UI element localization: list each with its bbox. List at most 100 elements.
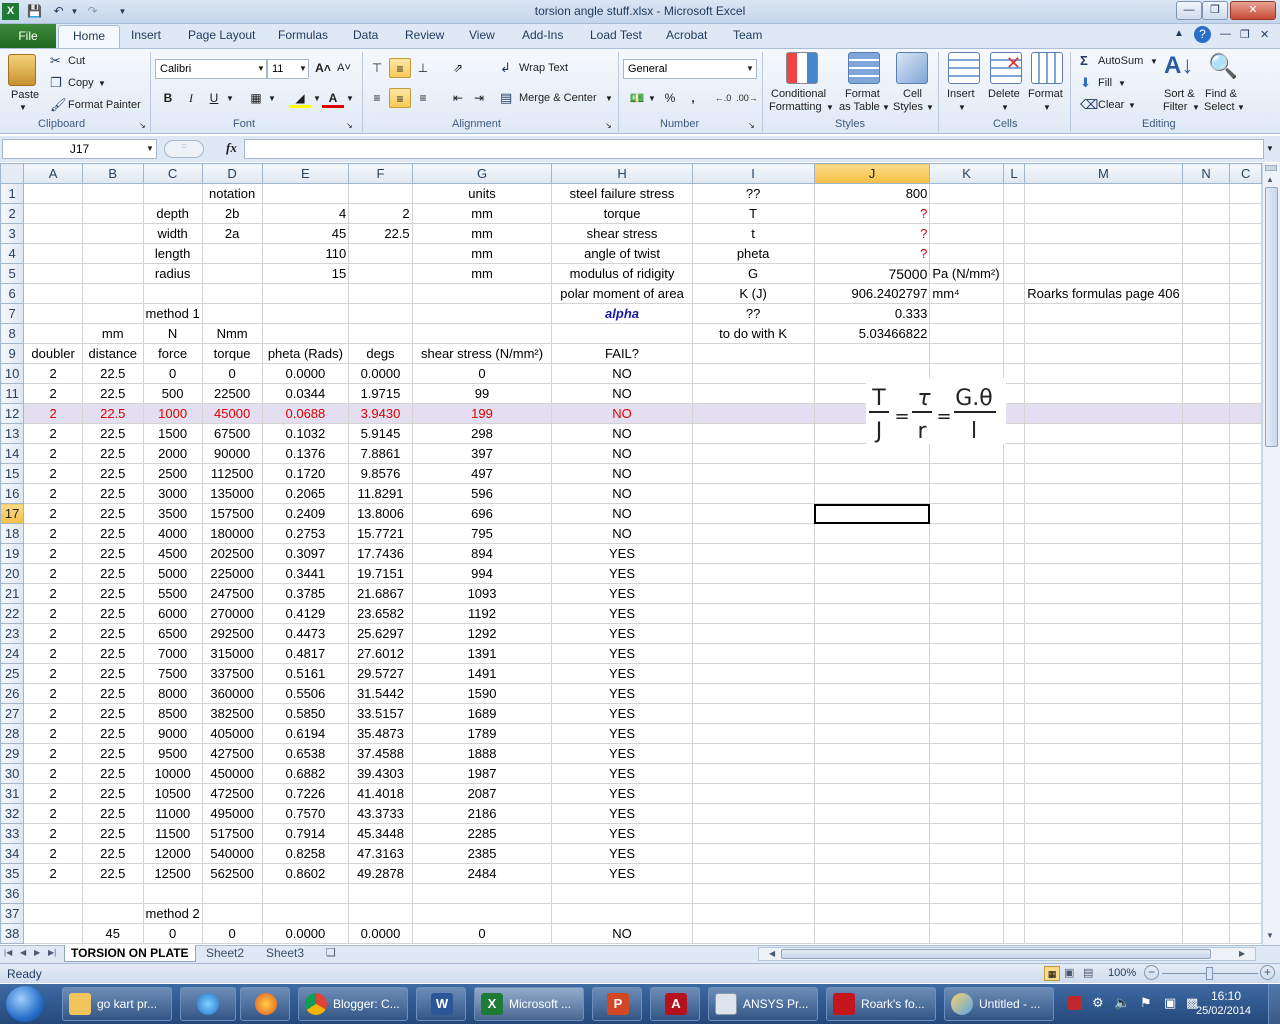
cell-l1[interactable] bbox=[1002, 183, 1026, 204]
cell-e13[interactable]: 0.1032 bbox=[261, 423, 350, 444]
cell-a28[interactable]: 2 bbox=[23, 723, 84, 744]
workbook-minimize-icon[interactable]: — bbox=[1220, 28, 1231, 40]
split-box-icon[interactable] bbox=[1265, 165, 1277, 171]
clock-time[interactable]: 16:10 bbox=[1211, 989, 1241, 1003]
row-header[interactable]: 17 bbox=[0, 503, 25, 524]
cell-j19[interactable] bbox=[813, 543, 931, 564]
minimize-button[interactable]: — bbox=[1176, 1, 1202, 20]
cell-g18[interactable]: 795 bbox=[411, 523, 553, 544]
cell-l3[interactable] bbox=[1002, 223, 1026, 244]
cell-h34[interactable]: YES bbox=[551, 843, 693, 864]
cell-i17[interactable] bbox=[691, 503, 815, 524]
cell-k1[interactable] bbox=[929, 183, 1004, 204]
cell-c30[interactable] bbox=[1229, 763, 1262, 784]
cell-d13[interactable]: 67500 bbox=[201, 423, 263, 444]
cell-b29[interactable]: 22.5 bbox=[82, 743, 144, 764]
cell-d8[interactable]: Nmm bbox=[201, 323, 263, 344]
cell-a30[interactable]: 2 bbox=[23, 763, 84, 784]
torsion-formula-image[interactable]: T J = τ r = G.θ l bbox=[866, 378, 1006, 444]
cell-j32[interactable] bbox=[813, 803, 931, 824]
cell-g35[interactable]: 2484 bbox=[411, 863, 553, 884]
cell-j8[interactable]: 5.03466822 bbox=[813, 323, 931, 344]
cell-n14[interactable] bbox=[1181, 443, 1231, 464]
cell-d31[interactable]: 472500 bbox=[201, 783, 263, 804]
row-header[interactable]: 20 bbox=[0, 563, 25, 584]
cell-h23[interactable]: YES bbox=[551, 623, 693, 644]
cell-g28[interactable]: 1789 bbox=[411, 723, 553, 744]
merge-center-button[interactable]: Merge & Center bbox=[519, 92, 597, 104]
cell-n26[interactable] bbox=[1181, 683, 1231, 704]
zoom-out-icon[interactable]: − bbox=[1144, 965, 1159, 980]
row-header[interactable]: 32 bbox=[0, 803, 25, 824]
normal-view-icon[interactable]: ▦ bbox=[1044, 966, 1060, 981]
cell-c25[interactable] bbox=[1229, 663, 1262, 684]
cell-h2[interactable]: torque bbox=[551, 203, 693, 224]
cell-k8[interactable] bbox=[929, 323, 1004, 344]
cell-j23[interactable] bbox=[813, 623, 931, 644]
cell-n20[interactable] bbox=[1181, 563, 1231, 584]
cell-d10[interactable]: 0 bbox=[201, 363, 263, 384]
cell-h31[interactable]: YES bbox=[551, 783, 693, 804]
cell-i11[interactable] bbox=[691, 383, 815, 404]
tab-data[interactable]: Data bbox=[353, 28, 378, 42]
cell-m19[interactable] bbox=[1024, 543, 1183, 564]
cell-n33[interactable] bbox=[1181, 823, 1231, 844]
font-color-icon[interactable]: A bbox=[322, 88, 344, 108]
vertical-scrollbar[interactable]: ▲ ▼ bbox=[1262, 163, 1280, 945]
cell-c23[interactable] bbox=[1229, 623, 1262, 644]
cell-d6[interactable] bbox=[201, 283, 263, 304]
conditional-formatting-icon[interactable] bbox=[786, 52, 818, 84]
cell-e6[interactable] bbox=[261, 283, 350, 304]
column-header-a[interactable]: A bbox=[23, 163, 84, 184]
cell-b22[interactable]: 22.5 bbox=[82, 603, 144, 624]
cell-c27[interactable] bbox=[1229, 703, 1262, 724]
cell-a7[interactable] bbox=[23, 303, 84, 324]
autosum-dropdown-icon[interactable]: ▼ bbox=[1150, 57, 1158, 66]
cell-i7[interactable]: ?? bbox=[691, 303, 815, 324]
cell-l7[interactable] bbox=[1002, 303, 1026, 324]
cell-b21[interactable]: 22.5 bbox=[82, 583, 144, 604]
cell-k14[interactable] bbox=[929, 443, 1004, 464]
cell-f18[interactable]: 15.7721 bbox=[348, 523, 413, 544]
cell-k6[interactable]: mm⁴ bbox=[929, 283, 1004, 304]
cell-g27[interactable]: 1689 bbox=[411, 703, 553, 724]
cell-g30[interactable]: 1987 bbox=[411, 763, 553, 784]
cell-d19[interactable]: 202500 bbox=[201, 543, 263, 564]
cell-n36[interactable] bbox=[1181, 883, 1231, 904]
cell-n4[interactable] bbox=[1181, 243, 1231, 264]
cell-f3[interactable]: 22.5 bbox=[348, 223, 413, 244]
cell-i33[interactable] bbox=[691, 823, 815, 844]
cell-j25[interactable] bbox=[813, 663, 931, 684]
cell-c1[interactable] bbox=[142, 183, 203, 204]
cell-j14[interactable] bbox=[813, 443, 931, 464]
cell-styles-dropdown-icon[interactable]: ▼ bbox=[926, 103, 934, 112]
cell-c32[interactable]: 11000 bbox=[142, 803, 203, 824]
cell-c36[interactable] bbox=[1229, 883, 1262, 904]
hscroll-left-icon[interactable]: ◀ bbox=[769, 949, 775, 958]
row-header[interactable]: 2 bbox=[0, 203, 25, 224]
column-header-n[interactable]: N bbox=[1181, 163, 1231, 184]
cell-k4[interactable] bbox=[929, 243, 1004, 264]
cell-f35[interactable]: 49.2878 bbox=[348, 863, 413, 884]
conditional-formatting-label-2[interactable]: Formatting bbox=[769, 101, 822, 113]
cell-n19[interactable] bbox=[1181, 543, 1231, 564]
borders-dropdown-icon[interactable]: ▼ bbox=[268, 94, 276, 103]
cell-j35[interactable] bbox=[813, 863, 931, 884]
cell-k9[interactable] bbox=[929, 343, 1004, 364]
row-header[interactable]: 14 bbox=[0, 443, 25, 464]
cell-m15[interactable] bbox=[1024, 463, 1183, 484]
percent-style-button[interactable]: % bbox=[659, 88, 681, 108]
cell-f38[interactable]: 0.0000 bbox=[348, 923, 413, 944]
cell-d26[interactable]: 360000 bbox=[201, 683, 263, 704]
cell-a38[interactable] bbox=[23, 923, 84, 944]
cell-c19[interactable]: 4500 bbox=[142, 543, 203, 564]
cell-e15[interactable]: 0.1720 bbox=[261, 463, 350, 484]
column-header-e[interactable]: E bbox=[261, 163, 350, 184]
cell-c11[interactable] bbox=[1229, 383, 1262, 404]
cell-a19[interactable]: 2 bbox=[23, 543, 84, 564]
cell-j5[interactable]: 75000 bbox=[813, 263, 931, 284]
cell-e34[interactable]: 0.8258 bbox=[261, 843, 350, 864]
align-middle-icon[interactable]: ≡ bbox=[389, 58, 411, 78]
cell-f33[interactable]: 45.3448 bbox=[348, 823, 413, 844]
row-header[interactable]: 31 bbox=[0, 783, 25, 804]
